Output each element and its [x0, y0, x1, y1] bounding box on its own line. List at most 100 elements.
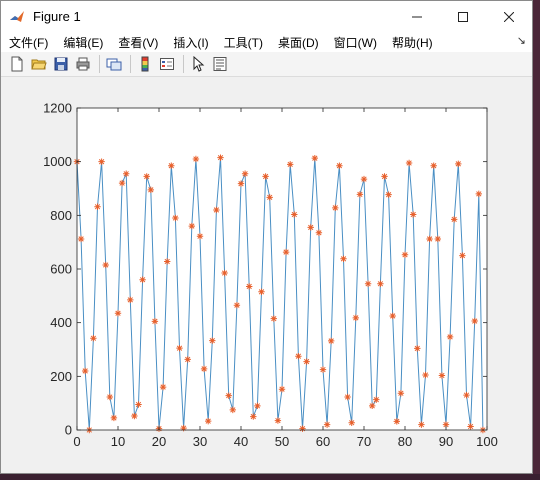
data-point-marker — [410, 211, 417, 218]
y-tick-label: 600 — [50, 262, 72, 277]
new-figure-button[interactable] — [7, 54, 27, 74]
menu-view[interactable]: 查看(V) — [110, 34, 165, 51]
data-point-marker — [77, 235, 85, 243]
edit-plot-button[interactable] — [188, 54, 208, 74]
data-point-marker — [205, 417, 212, 425]
data-point-marker — [348, 419, 355, 426]
menu-file[interactable]: 文件(F) — [1, 34, 55, 51]
data-point-marker — [332, 204, 339, 212]
data-point-marker — [344, 393, 351, 401]
data-point-marker — [295, 353, 302, 360]
figure-canvas-area: 0 10 20 30 40 50 60 70 80 90 100 0 200 400 600 800 1000 1… — [1, 77, 532, 473]
data-point-marker — [200, 365, 208, 373]
data-point-marker — [315, 229, 323, 236]
data-point-marker — [192, 155, 200, 163]
data-point-marker — [463, 391, 470, 399]
window-controls — [394, 1, 532, 32]
data-point-marker — [274, 417, 282, 424]
plot-canvas[interactable]: 0 10 20 30 40 50 60 70 80 90 100020040060080010001… — [1, 77, 532, 473]
data-point-marker — [258, 288, 265, 296]
data-point-marker — [389, 312, 396, 320]
data-point-marker — [307, 224, 314, 231]
data-point-marker — [233, 302, 241, 309]
insert-colorbar-icon — [141, 56, 149, 72]
data-point-marker — [102, 261, 109, 269]
data-point-marker — [114, 310, 122, 317]
open-file-icon — [31, 59, 47, 70]
insert-legend-button[interactable] — [157, 54, 177, 74]
data-point-marker — [418, 421, 425, 428]
data-point-marker — [352, 314, 359, 322]
data-point-marker — [250, 413, 257, 420]
new-figure-icon — [11, 56, 23, 72]
property-inspector-button[interactable] — [210, 54, 230, 74]
data-point-marker — [414, 345, 421, 352]
data-point-marker — [459, 252, 466, 259]
menu-tools[interactable]: 工具(T) — [216, 34, 270, 51]
insert-colorbar-button[interactable] — [135, 54, 155, 74]
data-point-marker — [106, 393, 113, 401]
data-point-marker — [356, 191, 364, 198]
data-point-marker — [438, 372, 446, 379]
minimize-button[interactable] — [394, 1, 440, 32]
data-point-marker — [139, 276, 146, 283]
minimize-icon — [412, 16, 422, 17]
data-point-marker — [266, 194, 273, 201]
data-point-marker — [90, 335, 97, 342]
save-button[interactable] — [51, 54, 71, 74]
menu-window[interactable]: 窗口(W) — [326, 34, 384, 51]
data-point-marker — [393, 418, 400, 425]
link-plot-button[interactable] — [104, 54, 124, 74]
data-point-marker — [287, 161, 294, 168]
property-inspector-icon — [213, 57, 227, 71]
data-point-marker — [143, 173, 150, 180]
open-file-button[interactable] — [29, 54, 49, 74]
figure-window: Figure 1 文件(F) 编辑(E) 查看(V) 插入(I) 工具(T) 桌… — [0, 0, 533, 474]
data-point-marker — [168, 162, 175, 169]
data-point-marker — [434, 235, 441, 243]
menu-insert[interactable]: 插入(I) — [165, 34, 215, 51]
data-point-marker — [340, 255, 347, 263]
data-point-marker — [336, 162, 343, 169]
data-point-marker — [323, 421, 331, 428]
close-icon — [504, 11, 514, 22]
data-point-marker — [278, 386, 286, 393]
x-tick-label: 80 — [398, 434, 412, 449]
y-tick-label: 800 — [50, 208, 72, 223]
data-point-marker — [246, 283, 253, 290]
data-point-marker — [221, 269, 228, 277]
data-point-marker — [401, 251, 409, 258]
menu-desktop[interactable]: 桌面(D) — [270, 34, 326, 51]
x-tick-label: 0 — [73, 434, 80, 449]
window-title: Figure 1 — [33, 9, 81, 24]
x-tick-label: 90 — [439, 434, 453, 449]
data-point-marker — [397, 390, 405, 397]
close-button[interactable] — [486, 1, 532, 32]
toolbar-separator — [99, 55, 100, 73]
figure-toolbar — [1, 52, 532, 77]
data-point-marker — [237, 180, 245, 187]
data-point-marker — [209, 337, 216, 344]
data-point-marker — [360, 175, 368, 183]
data-point-marker — [467, 423, 474, 430]
title-bar[interactable]: Figure 1 — [1, 1, 532, 32]
data-point-marker — [426, 235, 433, 243]
data-point-marker — [188, 222, 195, 230]
x-tick-label: 50 — [275, 434, 289, 449]
data-point-marker — [430, 162, 437, 169]
data-point-marker — [241, 170, 249, 177]
menu-help[interactable]: 帮助(H) — [384, 34, 440, 51]
data-point-marker — [110, 414, 118, 422]
maximize-button[interactable] — [440, 1, 486, 32]
data-point-marker — [147, 186, 154, 194]
menu-dock-arrow-icon[interactable]: ↘ — [517, 34, 526, 47]
data-point-marker — [381, 173, 388, 180]
data-point-marker — [217, 154, 224, 161]
data-point-marker — [131, 412, 138, 420]
data-point-marker — [422, 371, 429, 379]
data-point-marker — [127, 296, 134, 304]
toolbar-separator — [130, 55, 131, 73]
data-point-marker — [151, 318, 159, 325]
menu-edit[interactable]: 编辑(E) — [55, 34, 110, 51]
print-button[interactable] — [73, 54, 93, 74]
